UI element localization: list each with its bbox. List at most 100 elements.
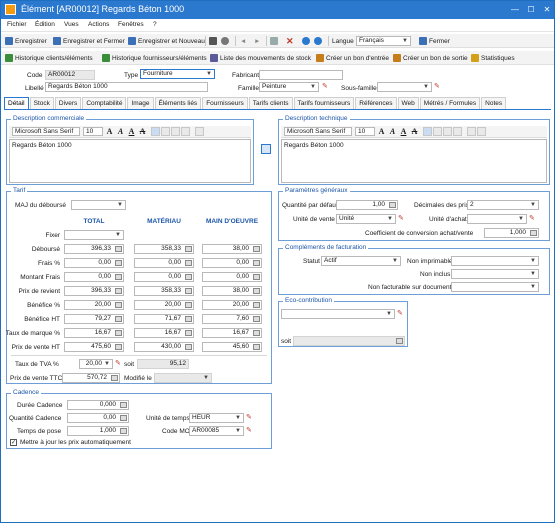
family-select[interactable]: Peinture ▼ (259, 82, 319, 92)
total-cell[interactable]: 396,33 (64, 244, 124, 254)
underline-icon[interactable]: A (399, 127, 408, 136)
edit-eco-icon[interactable]: ✎ (397, 310, 405, 318)
tab-metres-formules[interactable]: Métrés / Formules (419, 97, 481, 109)
fixer-select[interactable]: ▼ (64, 230, 124, 240)
copy-description-button[interactable] (261, 144, 271, 154)
bold-icon[interactable]: A (377, 127, 386, 136)
edit-subfamily-icon[interactable]: ✎ (434, 83, 442, 91)
edit-time-unit-icon[interactable]: ✎ (246, 414, 254, 422)
maker-field[interactable] (259, 70, 343, 80)
tab-detail[interactable]: Détail (4, 97, 29, 109)
mo-cell[interactable]: 38,00 (202, 286, 262, 296)
cadence-duration-field[interactable]: 0,000 (67, 400, 129, 410)
print-button[interactable] (209, 36, 219, 46)
libelle-field[interactable]: Regards Béton 1000 (45, 82, 208, 92)
non-printable-select[interactable]: ▼ (451, 256, 539, 266)
mo-cell[interactable]: 38,00 (202, 244, 262, 254)
tab-notes[interactable]: Notes (481, 97, 507, 109)
edit-buy-unit-icon[interactable]: ✎ (529, 215, 537, 223)
menu-fichier[interactable]: Fichier (7, 21, 27, 28)
total-cell[interactable]: 20,00 (64, 300, 124, 310)
stock-moves-button[interactable]: Liste des mouvements de stock (210, 53, 311, 63)
undo-button[interactable]: ◄ (240, 36, 246, 46)
edit-family-icon[interactable]: ✎ (322, 83, 330, 91)
price-decimals-select[interactable]: 2 ▼ (467, 200, 539, 210)
cadence-qty-field[interactable]: 0,00 (67, 413, 129, 423)
materiau-cell[interactable]: 20,00 (134, 300, 194, 310)
align-center-icon[interactable] (433, 127, 442, 136)
align-left-icon[interactable] (423, 127, 432, 136)
mo-cell[interactable]: 7,60 (202, 314, 262, 324)
copy-button[interactable] (270, 36, 280, 46)
delete-button[interactable]: ✕ (286, 36, 294, 46)
subfamily-select[interactable]: ▼ (377, 82, 432, 92)
code-field[interactable]: AR00012 (45, 70, 95, 80)
materiau-cell[interactable]: 430,00 (134, 342, 194, 352)
code-mo-select[interactable]: AR00085 ▼ (189, 426, 244, 436)
menu-actions[interactable]: Actions (88, 21, 109, 28)
align-right-icon[interactable] (443, 127, 452, 136)
total-cell[interactable]: 79,27 (64, 314, 124, 324)
numbered-list-icon[interactable] (477, 127, 486, 136)
total-cell[interactable]: 0,00 (64, 272, 124, 282)
non-billable-select[interactable]: ▼ (451, 282, 539, 292)
menu-fenetres[interactable]: Fenêtres (118, 21, 144, 28)
history-clients-button[interactable]: Historique clients/éléments (5, 53, 93, 63)
pvttc-field[interactable]: 570,72 (62, 373, 120, 383)
materiau-cell[interactable]: 71,67 (134, 314, 194, 324)
redo-button[interactable]: ► (254, 36, 260, 46)
save-new-button[interactable]: Enregistrer et Nouveau (128, 36, 205, 46)
strikethrough-icon[interactable]: A (138, 127, 147, 136)
statistics-button[interactable]: Statistiques (471, 53, 515, 63)
font-size-select[interactable]: 10 (355, 127, 375, 136)
tab-elements-lies[interactable]: Éléments liés (154, 97, 202, 109)
materiau-cell[interactable]: 358,33 (134, 286, 194, 296)
total-cell[interactable]: 396,33 (64, 286, 124, 296)
next-record-button[interactable] (314, 36, 324, 46)
total-cell[interactable]: 475,60 (64, 342, 124, 352)
auto-update-checkbox[interactable]: ✓ (10, 439, 17, 446)
entry-voucher-button[interactable]: Créer un bon d'entrée (316, 53, 389, 63)
tab-references[interactable]: Références (355, 97, 397, 109)
total-cell[interactable]: 16,67 (64, 328, 124, 338)
strikethrough-icon[interactable]: A (410, 127, 419, 136)
sale-unit-select[interactable]: Unité ▼ (336, 214, 396, 224)
close-button[interactable]: Fermer (419, 36, 450, 46)
close-window-button[interactable]: ✕ (541, 4, 553, 15)
tab-comptabilite[interactable]: Comptabilité (82, 97, 127, 109)
justify-icon[interactable] (181, 127, 190, 136)
mo-cell[interactable]: 45,60 (202, 342, 262, 352)
eco-contribution-select[interactable]: ▼ (281, 309, 395, 319)
mo-cell[interactable]: 20,00 (202, 300, 262, 310)
exit-voucher-button[interactable]: Créer un bon de sortie (393, 53, 468, 63)
tab-image[interactable]: Image (127, 97, 154, 109)
menu-help[interactable]: ? (153, 21, 157, 28)
materiau-cell[interactable]: 16,67 (134, 328, 194, 338)
tab-tarifs-fournisseurs[interactable]: Tarifs fournisseurs (293, 97, 355, 109)
language-select[interactable]: Français ▼ (356, 36, 411, 46)
align-left-icon[interactable] (151, 127, 160, 136)
font-select[interactable]: Microsoft Sans Serif (284, 127, 352, 136)
font-size-select[interactable]: 10 (83, 127, 103, 136)
commercial-description-editor[interactable]: Regards Béton 1000 (9, 139, 251, 183)
maximize-button[interactable]: ☐ (525, 4, 537, 15)
total-cell[interactable]: 0,00 (64, 258, 124, 268)
italic-icon[interactable]: A (116, 127, 125, 136)
save-button[interactable]: Enregistrer (5, 36, 47, 46)
menu-edition[interactable]: Édition (35, 21, 55, 28)
mo-cell[interactable]: 0,00 (202, 272, 262, 282)
tab-divers[interactable]: Divers (54, 97, 82, 109)
history-suppliers-button[interactable]: Historique fournisseurs/éléments (102, 53, 207, 63)
tab-web[interactable]: Web (397, 97, 419, 109)
materiau-cell[interactable]: 358,33 (134, 244, 194, 254)
justify-icon[interactable] (453, 127, 462, 136)
materiau-cell[interactable]: 0,00 (134, 258, 194, 268)
conversion-coef-field[interactable]: 1,000 (484, 228, 539, 238)
buy-unit-select[interactable]: ▼ (467, 214, 527, 224)
bullet-list-icon[interactable] (467, 127, 476, 136)
edit-tva-icon[interactable]: ✎ (115, 360, 123, 368)
edit-sale-unit-icon[interactable]: ✎ (398, 215, 406, 223)
materiau-cell[interactable]: 0,00 (134, 272, 194, 282)
mo-cell[interactable]: 0,00 (202, 258, 262, 268)
font-select[interactable]: Microsoft Sans Serif (12, 127, 80, 136)
